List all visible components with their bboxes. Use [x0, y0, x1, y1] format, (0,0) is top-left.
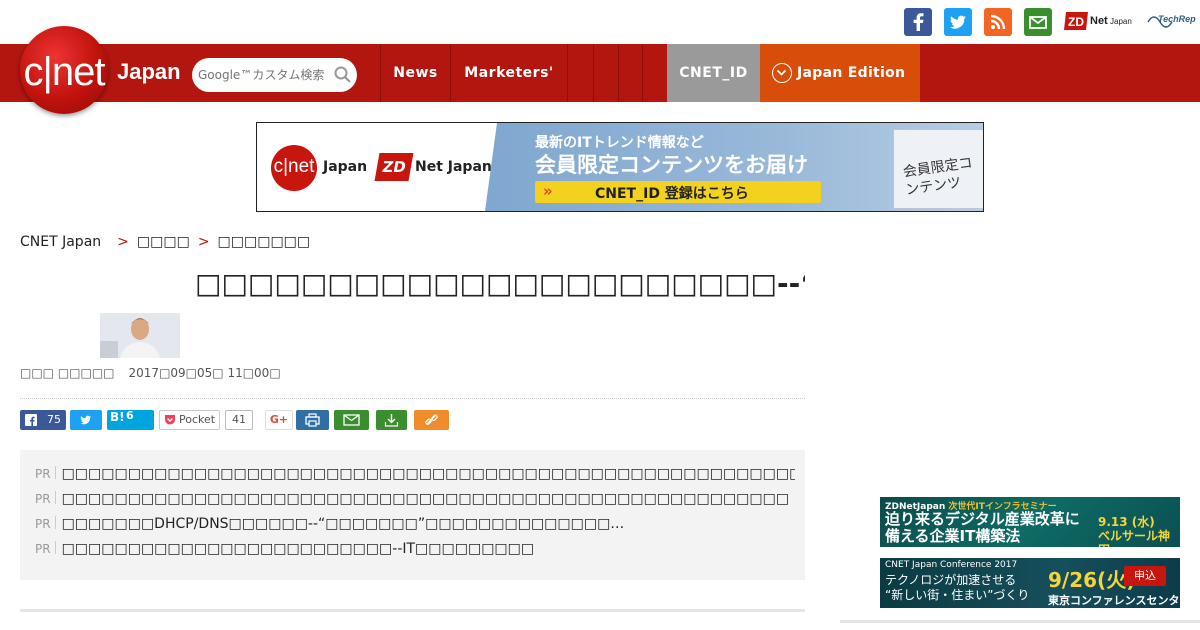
divider: [20, 398, 805, 399]
nav-japan-edition[interactable]: Japan Edition: [760, 44, 920, 102]
author-avatar[interactable]: [100, 313, 180, 358]
apply-button[interactable]: 申込: [1124, 566, 1166, 586]
edition-label: Japan Edition: [797, 65, 906, 81]
search-icon[interactable]: [334, 66, 352, 84]
print-button[interactable]: [296, 410, 329, 430]
pocket-icon: [165, 415, 175, 425]
google-plus-button[interactable]: G+: [265, 410, 293, 430]
page: ZD Net Japan TechRep Japan News Marketer…: [0, 0, 1200, 630]
nav-news[interactable]: News: [380, 44, 450, 102]
cnet-logo[interactable]: c|net: [20, 26, 108, 114]
twitter-share-button[interactable]: [70, 410, 102, 430]
nav-cnet-id[interactable]: CNET_ID: [667, 44, 760, 102]
zdnet-japan-logo[interactable]: ZD Net Japan: [1064, 9, 1138, 33]
banner-cnet-logo: c|net: [271, 145, 317, 191]
link-copy-button[interactable]: [414, 410, 449, 430]
svg-text:Japan: Japan: [1110, 17, 1132, 26]
seminar-ad[interactable]: ZDNetJapan 次世代ITインフラセミナー 迫り来るデジタル産業改革に 備え…: [880, 497, 1180, 547]
pr-item[interactable]: PR □□□□□□□□□□□□□□□□□□□□□□□□□□□□□□□□□□□□□□…: [35, 466, 795, 486]
pocket-button[interactable]: Pocket: [159, 410, 220, 430]
nav-item-empty[interactable]: [567, 44, 593, 102]
logo-japan-text: Japan: [117, 59, 181, 84]
pr-item[interactable]: PR □□□□□□□□□□□□□□□□□□□□□□□□□--IT□□□□□□□□□: [35, 541, 795, 561]
divider: [840, 620, 1200, 623]
breadcrumb-level2[interactable]: □□□□□□□: [218, 234, 311, 250]
banner-ad[interactable]: c|net Japan ZD Net Japan 最新のITトレンド情報など 会…: [256, 122, 984, 212]
conference-ad[interactable]: CNET Japan Conference 2017 テクノロジが加速させる “新…: [880, 558, 1180, 608]
facebook-icon[interactable]: [904, 8, 932, 36]
nav-item-empty[interactable]: [642, 44, 667, 102]
mail-share-button[interactable]: [334, 410, 369, 430]
publish-date: 2017□09□05□ 11□00□: [128, 366, 281, 380]
svg-text:Net: Net: [1090, 15, 1108, 27]
nav-marketers[interactable]: Marketers': [450, 44, 567, 102]
divider: [20, 609, 805, 612]
facebook-icon: [25, 414, 37, 426]
save-button[interactable]: [376, 410, 407, 430]
pr-box: PR □□□□□□□□□□□□□□□□□□□□□□□□□□□□□□□□□□□□□□…: [20, 450, 805, 580]
pr-item[interactable]: PR □□□□□□□□□□□□□□□□□□□□□□□□□□□□□□□□□□□□□□…: [35, 491, 795, 511]
pocket-count: 41: [225, 410, 253, 430]
print-icon: [305, 413, 320, 427]
double-chevron-icon: »: [543, 182, 553, 200]
nav-item-empty[interactable]: [593, 44, 618, 102]
article-title: □□□□□□□□□□□□□□□□□□□□□□--“□□□□□”□□□□□: [195, 267, 805, 300]
link-icon: [425, 414, 438, 426]
banner-zdnet-japan: Net Japan: [415, 159, 492, 175]
hatena-bookmark-button[interactable]: B! 6: [107, 409, 154, 430]
chevron-down-icon: [772, 63, 792, 83]
pr-item[interactable]: PR □□□□□□□DHCP/DNS□□□□□□--“□□□□□□□”□□□□□□…: [35, 516, 795, 536]
twitter-icon: [80, 415, 91, 425]
banner-cnet-japan: Japan: [323, 159, 368, 175]
breadcrumb-level1[interactable]: □□□□: [137, 234, 190, 250]
facebook-share-button[interactable]: 75: [20, 410, 66, 430]
search-box[interactable]: [192, 58, 357, 92]
breadcrumb-home[interactable]: CNET Japan: [20, 234, 101, 250]
mail-icon[interactable]: [1024, 8, 1052, 36]
svg-text:ZD: ZD: [1068, 15, 1084, 29]
banner-line2: 会員限定コンテンツをお届け: [535, 153, 808, 177]
techrepublic-logo[interactable]: TechRep: [1146, 10, 1200, 34]
banner-cta-button[interactable]: » CNET_ID 登録はこちら: [535, 181, 821, 203]
top-social-bar: ZD Net Japan TechRep: [0, 0, 1200, 44]
download-icon: [384, 414, 399, 427]
banner-paper-image: 会員限定コンテンツ: [893, 129, 983, 209]
breadcrumb: CNET Japan > □□□□ > □□□□□□□: [20, 234, 311, 250]
rss-icon[interactable]: [984, 8, 1012, 36]
search-input[interactable]: [198, 65, 328, 85]
hatena-icon: B!: [110, 410, 125, 424]
twitter-icon[interactable]: [944, 8, 972, 36]
byline: □□□ □□□□□ 2017□09□05□ 11□00□: [20, 366, 281, 380]
svg-text:TechRep: TechRep: [1158, 14, 1196, 24]
main-nav: Japan News Marketers' CNET_ID Japan Edit…: [0, 44, 1200, 102]
nav-item-empty[interactable]: [618, 44, 642, 102]
mail-icon: [343, 414, 360, 426]
author-name[interactable]: □□□ □□□□□: [20, 366, 115, 380]
banner-zd-mark: ZD: [374, 153, 414, 181]
